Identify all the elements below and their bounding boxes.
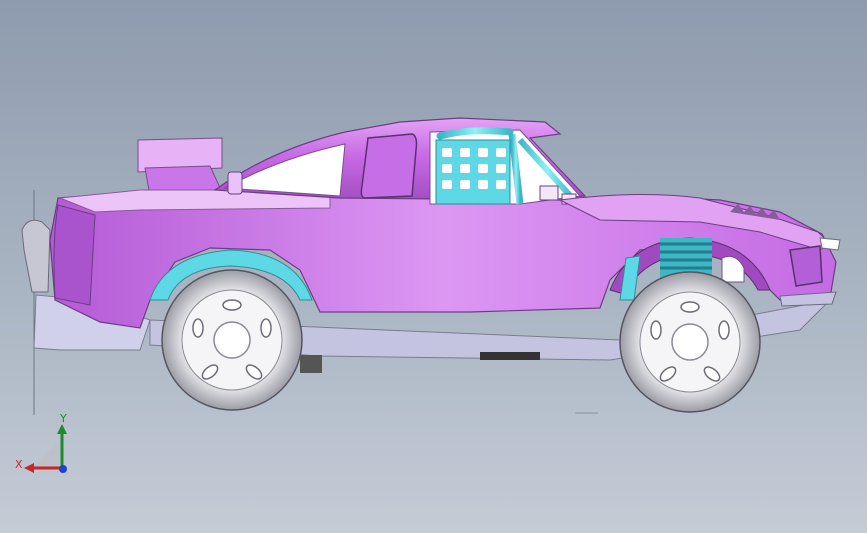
rear-bumper[interactable] [53,204,96,306]
side-window[interactable] [360,133,418,199]
y-axis-label: Y [60,412,67,425]
graphics-viewport[interactable]: X Y [0,0,867,533]
front-wheel[interactable] [619,271,761,413]
x-axis-label: X [15,458,23,471]
z-axis-dot [59,465,67,473]
mirror-mount[interactable] [539,185,559,201]
rear-damper-mount [300,355,322,373]
y-axis-arrowhead [57,424,67,434]
tow-hook [819,237,841,251]
car-model-view[interactable] [0,0,867,533]
headlight[interactable] [789,245,823,287]
window-net[interactable] [435,139,511,205]
exhaust-pipe[interactable] [21,219,51,293]
skid-plate [480,352,540,360]
rear-wheel[interactable] [161,269,303,411]
x-axis-arrowhead [24,463,34,473]
fuel-filler-cap[interactable] [227,171,243,195]
reference-triad: X Y [10,410,80,480]
triad-plane [32,440,60,468]
